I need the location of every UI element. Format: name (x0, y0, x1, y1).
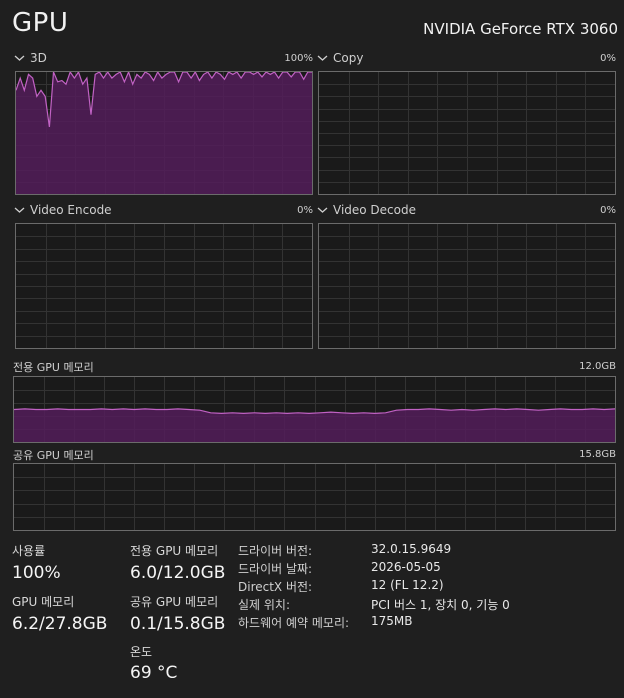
graph-video-decode-plot (319, 224, 615, 348)
engine-selector-video-decode[interactable]: Video Decode (317, 203, 416, 217)
shared-memory-stat-label: 공유 GPU 메모리 (130, 595, 219, 609)
gpu-model-name: NVIDIA GeForce RTX 3060 (423, 20, 618, 38)
info-row-driver-date: 드라이버 날짜: 2026-05-05 (238, 560, 618, 578)
graph-dedicated-memory (13, 376, 616, 443)
info-value: 12 (FL 12.2) (371, 578, 444, 592)
info-row-directx: DirectX 버전: 12 (FL 12.2) (238, 578, 618, 596)
engine-label-copy: Copy (333, 51, 364, 65)
utilization-label: 사용률 (12, 544, 46, 558)
info-value: 2026-05-05 (371, 560, 441, 574)
temperature-label: 온도 (130, 645, 153, 659)
chevron-down-icon (14, 207, 25, 213)
temperature-value: 69 °C (130, 663, 178, 683)
dedicated-memory-max: 12.0GB (579, 361, 616, 372)
utilization-value: 100% (12, 563, 61, 583)
graph-shared-memory-plot (14, 464, 615, 530)
engine-selector-copy[interactable]: Copy (317, 51, 363, 65)
info-label: 실제 위치: (238, 598, 291, 612)
graph-video-decode (318, 223, 616, 349)
graph-3d-plot (16, 72, 312, 194)
engine-label-3d: 3D (30, 51, 47, 65)
info-value: PCI 버스 1, 장치 0, 기능 0 (371, 598, 510, 612)
chevron-down-icon (14, 55, 25, 61)
shared-memory-label: 공유 GPU 메모리 (13, 449, 94, 462)
engine-usage-copy: 0% (600, 53, 616, 64)
dedicated-memory-stat-label: 전용 GPU 메모리 (130, 544, 219, 558)
gpu-memory-stat-label: GPU 메모리 (12, 595, 75, 609)
chevron-down-icon (317, 55, 328, 61)
graph-3d (15, 71, 313, 195)
gpu-memory-stat-value: 6.2/27.8GB (12, 614, 108, 634)
engine-usage-3d: 100% (284, 53, 313, 64)
info-row-reserved-memory: 하드웨어 예약 메모리: 175MB (238, 614, 618, 632)
chevron-down-icon (317, 207, 328, 213)
info-label: DirectX 버전: (238, 580, 313, 594)
driver-info: 드라이버 버전: 32.0.15.9649 드라이버 날짜: 2026-05-0… (238, 542, 618, 632)
info-value: 175MB (371, 614, 413, 628)
dedicated-memory-stat-value: 6.0/12.0GB (130, 563, 226, 583)
engine-label-video-encode: Video Encode (30, 203, 112, 217)
engine-usage-video-encode: 0% (297, 205, 313, 216)
info-label: 하드웨어 예약 메모리: (238, 616, 350, 630)
info-value: 32.0.15.9649 (371, 542, 452, 556)
engine-label-video-decode: Video Decode (333, 203, 416, 217)
info-row-location: 실제 위치: PCI 버스 1, 장치 0, 기능 0 (238, 596, 618, 614)
usage-3d-area (16, 72, 312, 194)
info-row-driver-version: 드라이버 버전: 32.0.15.9649 (238, 542, 618, 560)
engine-selector-video-encode[interactable]: Video Encode (14, 203, 112, 217)
page-title: GPU (12, 8, 69, 38)
shared-memory-max: 15.8GB (579, 449, 616, 460)
info-label: 드라이버 버전: (238, 544, 313, 558)
info-label: 드라이버 날짜: (238, 562, 313, 576)
graph-copy-plot (319, 72, 615, 194)
engine-selector-3d[interactable]: 3D (14, 51, 47, 65)
shared-memory-stat-value: 0.1/15.8GB (130, 614, 226, 634)
graph-shared-memory (13, 463, 616, 531)
engine-usage-video-decode: 0% (600, 205, 616, 216)
dedicated-memory-area (14, 408, 615, 442)
graph-copy (318, 71, 616, 195)
graph-video-encode-plot (16, 224, 312, 348)
graph-dedicated-memory-plot (14, 377, 615, 442)
graph-video-encode (15, 223, 313, 349)
dedicated-memory-label: 전용 GPU 메모리 (13, 361, 94, 374)
